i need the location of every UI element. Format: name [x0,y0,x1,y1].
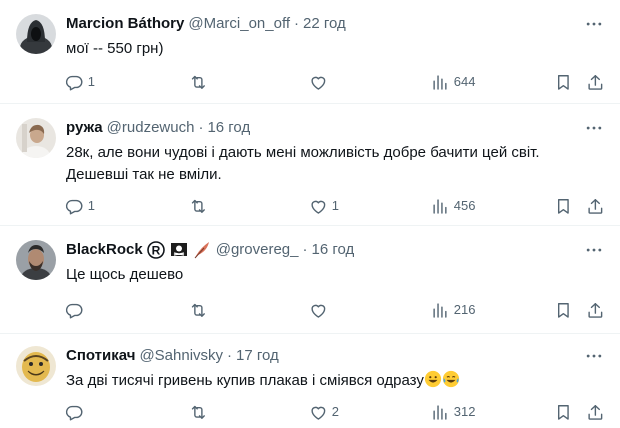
tweet-text: 28к, але вони чудові і дають мені можлив… [66,144,540,183]
bookmark-button[interactable] [554,72,573,92]
retweet-button[interactable] [189,402,212,422]
reply-button[interactable]: 1 [65,196,95,216]
tweet[interactable]: Спотикач @Sahnivsky · 17 год За дві тися… [0,334,620,428]
views-button[interactable]: 644 [431,72,475,92]
tweet[interactable]: BlackRock R @grovereg_ · 16 год Це щось … [0,226,620,334]
reply-icon [65,197,84,216]
user-handle[interactable]: @Sahnivsky [139,346,223,366]
bookmark-icon [554,301,573,320]
timestamp[interactable]: 22 год [303,14,346,34]
retweet-icon [189,197,208,216]
display-name[interactable]: Спотикач [66,346,135,366]
view-count: 312 [453,404,476,419]
separator-dot: · [294,15,300,32]
tears-of-joy-icon [442,370,460,395]
svg-text:R: R [151,244,160,258]
retweet-button[interactable] [189,72,212,92]
views-chart-icon [431,197,450,216]
bookmark-icon [554,197,573,216]
person-photo-avatar[interactable] [16,118,56,158]
heart-icon [309,73,328,92]
feather-icon [192,240,212,260]
like-count: 2 [331,404,339,419]
reply-button[interactable]: 1 [65,72,95,92]
grinning-face-icon [424,370,442,395]
share-icon [586,197,605,216]
like-button[interactable] [309,300,332,320]
reply-count: 1 [87,74,95,89]
reply-icon [65,301,84,320]
like-count: 1 [331,198,339,213]
hooded-figure-avatar[interactable] [16,14,56,54]
reply-button[interactable] [65,300,88,320]
user-handle[interactable]: @rudzewuch [107,118,195,138]
timestamp[interactable]: 16 год [207,118,250,138]
display-name[interactable]: Marcion Báthory [66,14,184,34]
like-button[interactable] [309,72,332,92]
tweet-actions: 2 312 [60,402,608,422]
pirate-flag-icon [169,240,189,260]
tweet-text-container: За дві тисячі гривень купив плакав і смі… [66,370,600,395]
tweet-text: мої -- 550 грн) [66,40,164,57]
share-button[interactable] [586,402,605,422]
heart-icon [309,403,328,422]
views-chart-icon [431,73,450,92]
like-button[interactable]: 1 [309,196,339,216]
tweet-text: За дві тисячі гривень купив плакав і смі… [66,372,424,389]
display-name[interactable]: ружа [66,118,103,138]
view-count: 216 [453,302,476,317]
bookmark-button[interactable] [554,196,573,216]
share-button[interactable] [586,72,605,92]
heart-icon [309,197,328,216]
separator-dot: · [227,347,233,364]
bookmark-button[interactable] [554,300,573,320]
views-chart-icon [431,403,450,422]
retweet-icon [189,301,208,320]
share-icon [586,301,605,320]
separator-dot: · [302,241,308,258]
tweet-text: Це щось дешево [66,266,184,283]
bookmark-button[interactable] [554,402,573,422]
timestamp[interactable]: 17 год [236,346,279,366]
retweet-button[interactable] [189,300,212,320]
tweet-actions: 1 644 [60,72,608,92]
tweet-actions: 216 [60,300,608,320]
heart-icon [309,301,328,320]
reply-button[interactable] [65,402,88,422]
share-icon [586,73,605,92]
more-options-icon[interactable] [584,14,604,34]
timestamp[interactable]: 16 год [312,240,355,260]
user-handle[interactable]: @Marci_on_off [188,14,290,34]
view-count: 644 [453,74,476,89]
reply-count: 1 [87,198,95,213]
views-chart-icon [431,301,450,320]
bearded-man-avatar[interactable] [16,240,56,280]
reply-icon [65,73,84,92]
more-options-icon[interactable] [584,346,604,366]
share-button[interactable] [586,196,605,216]
cartoon-face-avatar[interactable] [16,346,56,386]
retweet-icon [189,403,208,422]
display-name[interactable]: BlackRock [66,240,143,260]
registered-icon: R [146,240,166,260]
views-button[interactable]: 312 [431,402,475,422]
views-button[interactable]: 456 [431,196,475,216]
share-icon [586,403,605,422]
more-options-icon[interactable] [584,118,604,138]
separator-dot: · [198,119,204,136]
tweet-actions: 1 1 456 [60,196,608,216]
reply-icon [65,403,84,422]
bookmark-icon [554,403,573,422]
like-button[interactable]: 2 [309,402,339,422]
tweet[interactable]: ружа @rudzewuch · 16 год 28к, але вони ч… [0,104,620,226]
bookmark-icon [554,73,573,92]
share-button[interactable] [586,300,605,320]
tweet[interactable]: Marcion Báthory @Marci_on_off · 22 год м… [0,0,620,104]
retweet-button[interactable] [189,196,212,216]
retweet-icon [189,73,208,92]
user-handle[interactable]: @grovereg_ [216,240,299,260]
view-count: 456 [453,198,476,213]
views-button[interactable]: 216 [431,300,475,320]
more-options-icon[interactable] [584,240,604,260]
